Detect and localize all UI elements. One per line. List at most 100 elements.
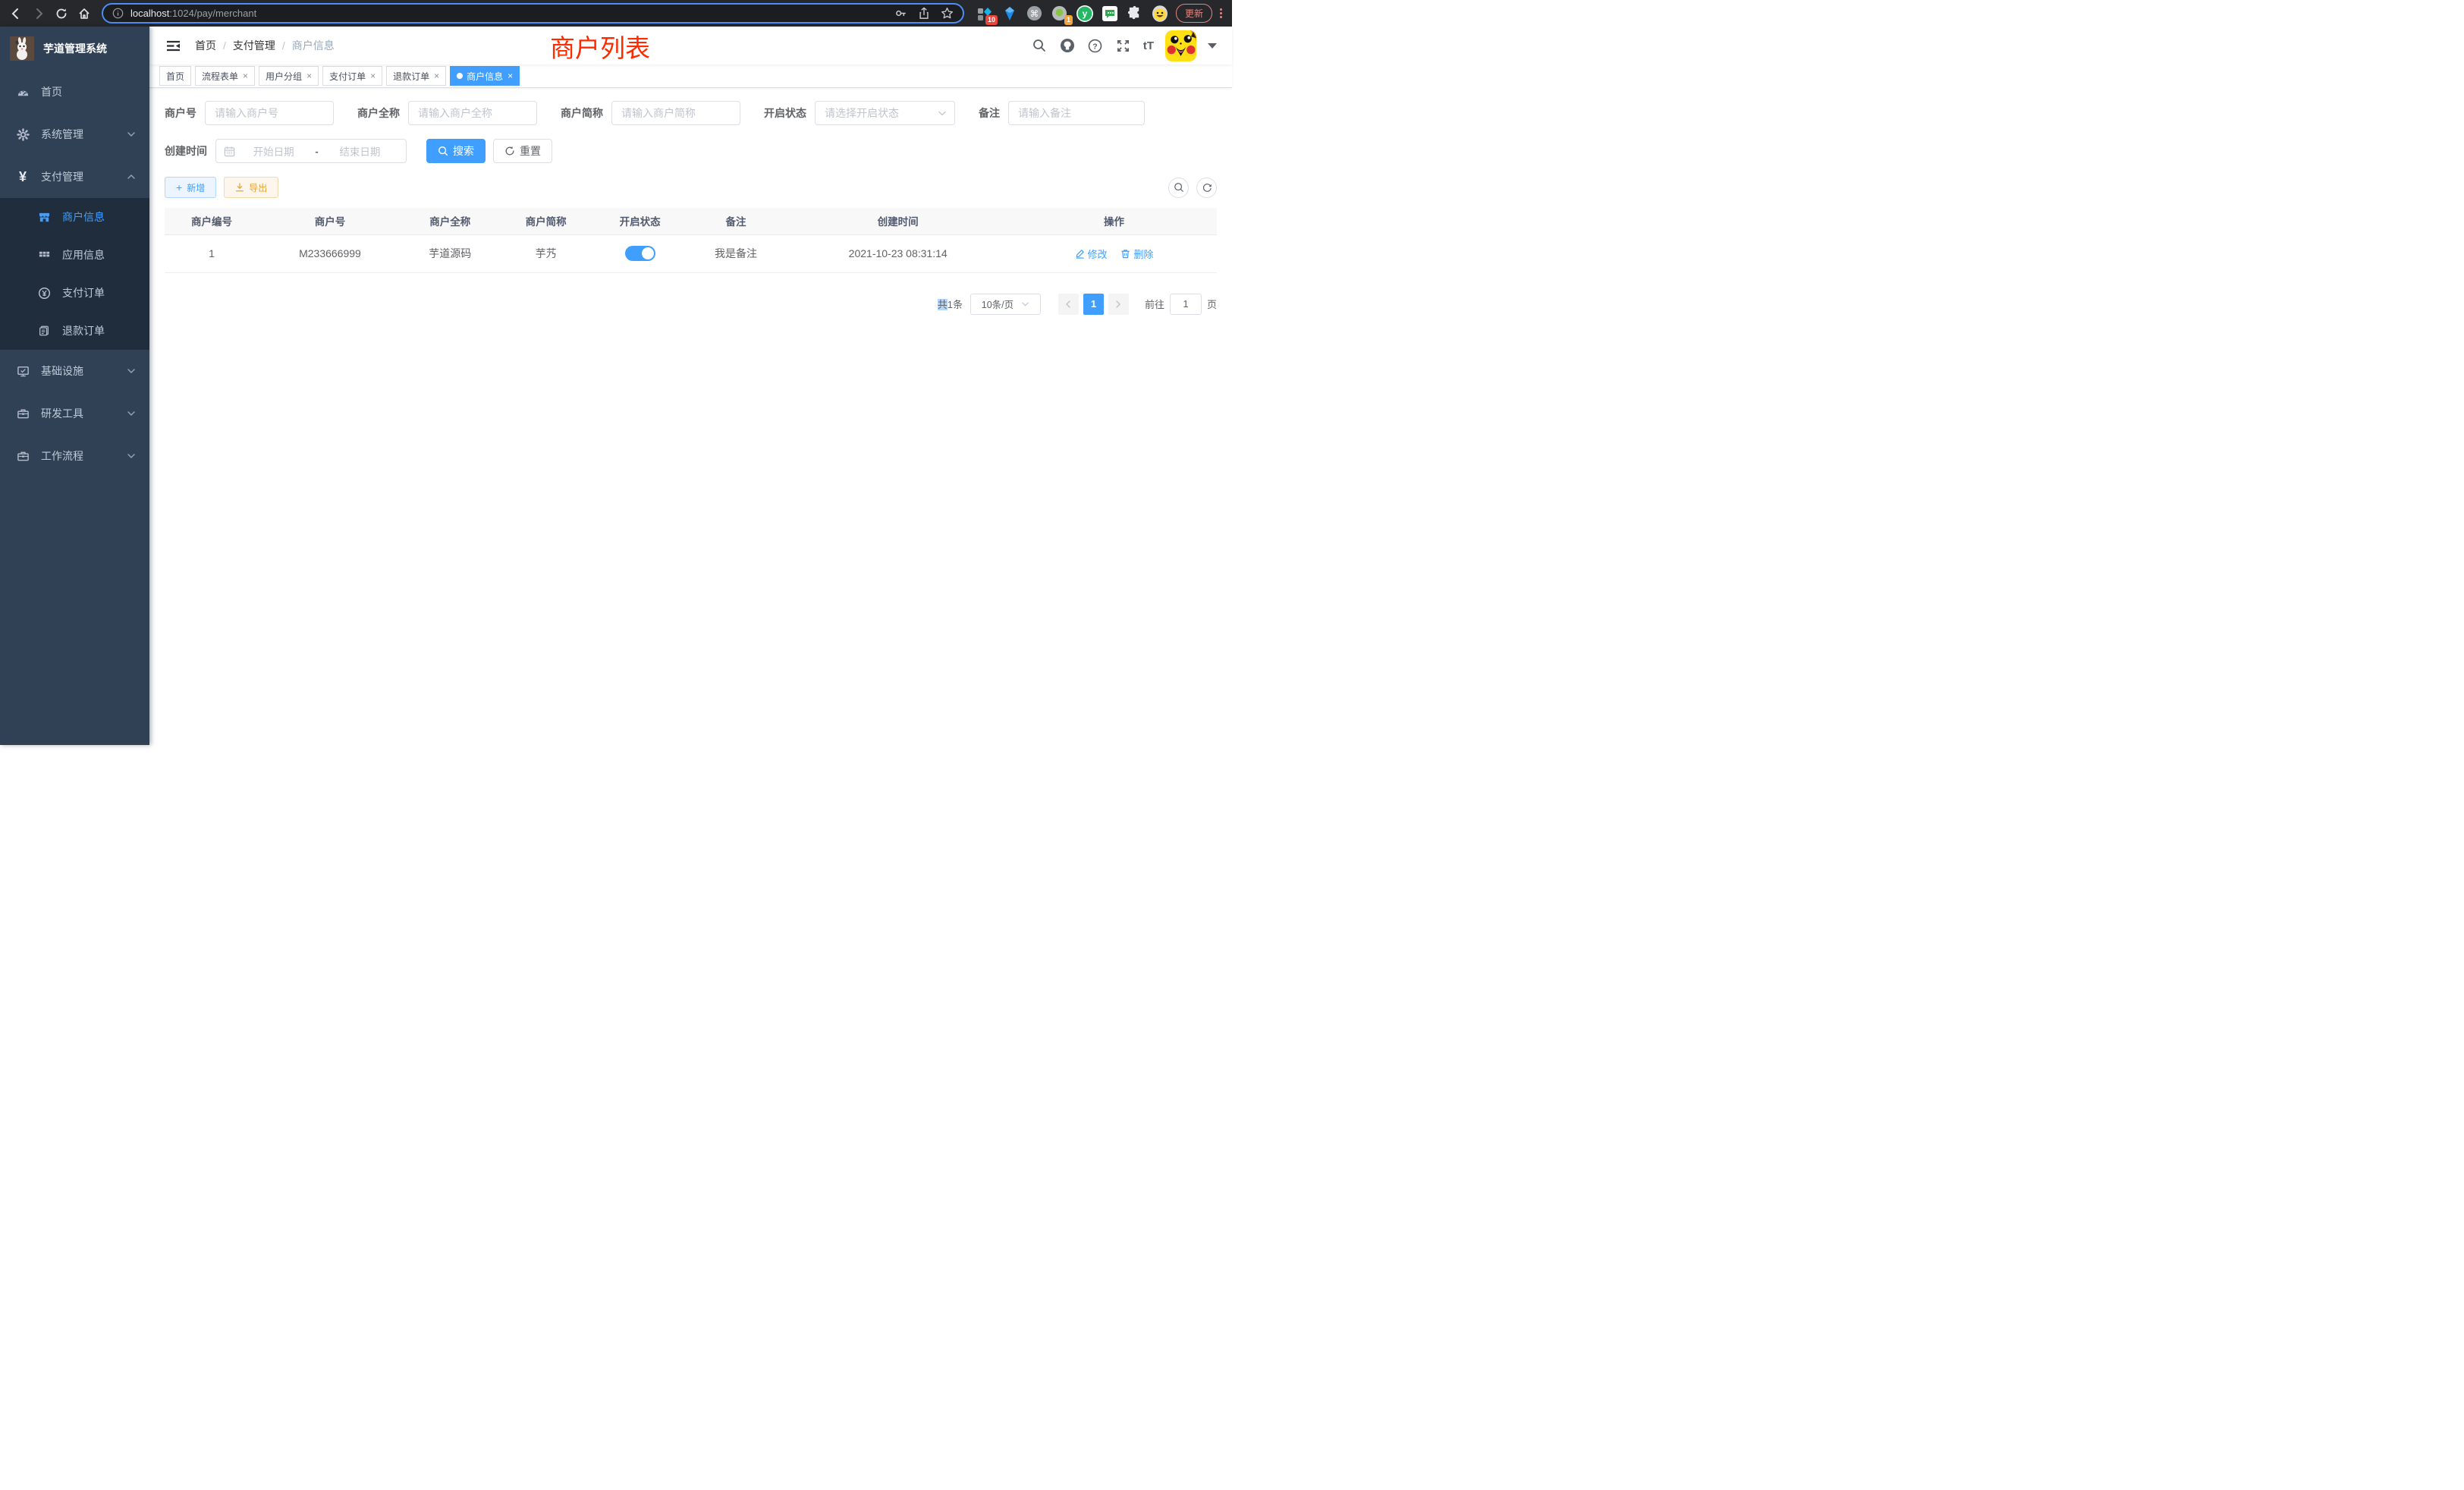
yen-icon: ¥ [15,169,30,185]
hide-search-button[interactable] [1168,178,1189,198]
extension-gem-icon[interactable] [1001,5,1018,22]
font-size-icon[interactable]: tT [1143,39,1154,52]
toolbox-icon [15,407,30,420]
sidebar-item-home[interactable]: 首页 [0,71,149,113]
extension-tiles-icon[interactable]: 10 [976,5,993,22]
export-button[interactable]: 导出 [224,177,278,198]
sidebar-item-label: 工作流程 [41,448,83,464]
delete-button[interactable]: 删除 [1120,247,1153,261]
filter-row-1: 商户号 商户全称 商户简称 开启状态 请选择开启状态 [165,101,1217,125]
page-jumper: 前往 页 [1145,294,1217,315]
remark-input[interactable] [1008,101,1145,125]
close-icon[interactable]: × [243,71,248,80]
profile-smiley-icon[interactable] [1152,5,1168,22]
tab-process-form[interactable]: 流程表单× [195,66,255,86]
close-icon[interactable]: × [434,71,439,80]
browser-reload-button[interactable] [52,4,71,24]
next-page-button[interactable] [1108,294,1129,315]
close-icon[interactable]: × [370,71,376,80]
sidebar-item-pay-order[interactable]: 支付订单 [0,274,149,312]
merchant-no-input[interactable] [205,101,334,125]
sidebar-item-workflow[interactable]: 工作流程 [0,435,149,477]
short-name-input[interactable] [611,101,740,125]
help-icon[interactable]: ? [1087,37,1104,54]
field-label: 开启状态 [764,105,806,121]
tab-user-group[interactable]: 用户分组× [259,66,319,86]
sidebar: 芋道管理系统 首页 系统管理 ¥ 支付管理 商户信息 [0,27,149,745]
chevron-down-icon [127,366,136,376]
goto-label: 前往 [1145,297,1164,311]
extension-chat-icon[interactable] [1102,5,1118,22]
page-size-select[interactable]: 10条/页 [970,294,1041,315]
sidebar-item-infra[interactable]: 基础设施 [0,350,149,392]
extensions-puzzle-icon[interactable] [1127,5,1143,22]
github-icon[interactable] [1059,37,1076,54]
sidebar-item-merchant-info[interactable]: 商户信息 [0,198,149,236]
active-dot [457,73,463,79]
tab-refund-order[interactable]: 退款订单× [386,66,446,86]
extension-badge-2: 1 [1064,15,1073,25]
breadcrumb-pay[interactable]: 支付管理 [233,38,275,53]
breadcrumb-home[interactable]: 首页 [195,38,216,53]
date-range-picker[interactable]: 开始日期 - 结束日期 [215,139,407,163]
sidebar-item-refund-order[interactable]: 退款订单 [0,312,149,350]
browser-back-button[interactable] [6,4,26,24]
extension-camera-icon[interactable]: 1 [1051,5,1068,22]
status-select[interactable]: 请选择开启状态 [815,101,955,125]
tab-merchant-info[interactable]: 商户信息× [450,66,520,86]
col-merchant-no: 商户号 [259,208,401,234]
add-button[interactable]: + 新增 [165,177,216,198]
sidebar-item-label: 系统管理 [41,127,83,142]
sidebar-item-system[interactable]: 系统管理 [0,113,149,156]
avatar-caret-icon[interactable] [1208,43,1217,49]
close-icon[interactable]: × [508,71,513,80]
extension-command-icon[interactable]: ⌘ [1026,5,1043,22]
browser-toolbar: localhost:1024/pay/merchant 10 ⌘ 1 y [0,0,1232,27]
refresh-table-button[interactable] [1196,178,1217,198]
sidebar-item-dev-tools[interactable]: 研发工具 [0,392,149,435]
tab-home[interactable]: 首页 [159,66,191,86]
page-number-1[interactable]: 1 [1083,294,1104,315]
col-short-name: 商户简称 [499,208,593,234]
status-toggle[interactable] [625,246,655,261]
fullscreen-icon[interactable] [1115,37,1132,54]
share-icon[interactable] [918,7,930,20]
browser-update-button[interactable]: 更新 [1176,4,1212,23]
refresh-icon [1202,182,1212,193]
extension-yuque-icon[interactable]: y [1076,5,1093,22]
sidebar-item-app-info[interactable]: 应用信息 [0,236,149,274]
password-key-icon[interactable] [894,7,907,20]
col-actions: 操作 [1011,208,1217,234]
sidebar-item-pay[interactable]: ¥ 支付管理 [0,156,149,198]
reset-button[interactable]: 重置 [493,139,552,163]
tab-pay-order[interactable]: 支付订单× [322,66,382,86]
sidebar-item-label: 首页 [41,84,62,99]
user-avatar[interactable] [1165,30,1196,61]
goto-page-input[interactable] [1170,294,1202,315]
address-bar[interactable]: localhost:1024/pay/merchant [102,3,964,24]
cell-merchant-no: M233666999 [259,234,401,272]
app-frame: 芋道管理系统 首页 系统管理 ¥ 支付管理 商户信息 [0,27,1232,745]
cell-remark: 我是备注 [687,234,785,272]
full-name-input[interactable] [408,101,537,125]
chevron-right-icon [1114,300,1123,309]
browser-home-button[interactable] [74,4,94,24]
browser-forward-button[interactable] [29,4,49,24]
site-info-icon[interactable] [112,8,124,19]
prev-page-button[interactable] [1058,294,1079,315]
bookmark-star-icon[interactable] [941,7,954,20]
start-date-placeholder: 开始日期 [235,143,312,159]
sidebar-logo[interactable]: 芋道管理系统 [0,27,149,71]
search-button[interactable]: 搜索 [426,139,486,163]
browser-menu-icon[interactable] [1215,5,1226,22]
pay-submenu: 商户信息 应用信息 支付订单 退款订单 [0,198,149,350]
collapse-sidebar-icon[interactable] [160,33,186,58]
field-label: 商户全称 [357,105,400,121]
close-icon[interactable]: × [306,71,312,80]
merchant-table: 商户编号 商户号 商户全称 商户简称 开启状态 备注 创建时间 操作 1 M23… [165,208,1217,273]
main-area: 商户列表 首页 / 支付管理 / 商户信息 ? [149,27,1232,745]
breadcrumb-current: 商户信息 [292,38,335,53]
edit-button[interactable]: 修改 [1075,247,1108,261]
search-icon[interactable] [1031,37,1048,54]
url-path: :1024/pay/merchant [169,8,256,19]
